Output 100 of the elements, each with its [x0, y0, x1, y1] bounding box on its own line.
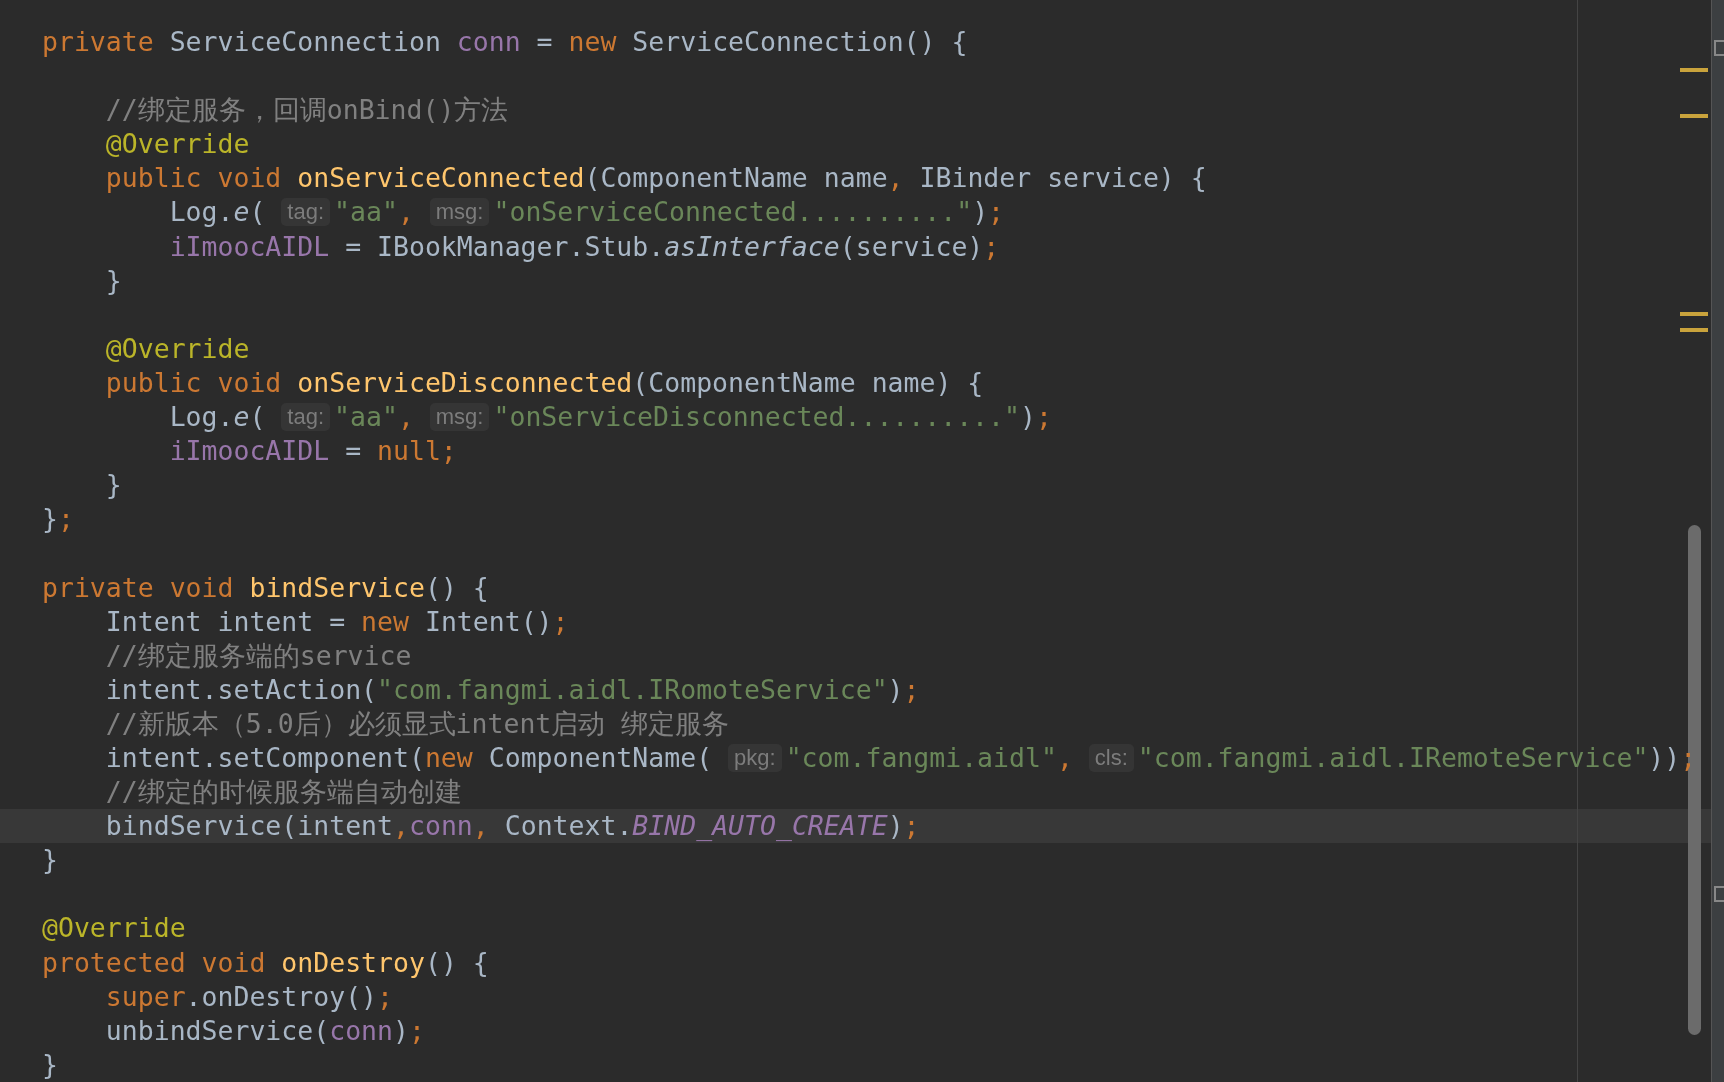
- code-keyword: ;: [988, 196, 1005, 228]
- code-text: }: [42, 503, 58, 535]
- method-name: onServiceConnected: [297, 162, 585, 194]
- parameter-hint: msg:: [429, 403, 490, 432]
- code-comment: //绑定的时候服务端自动创建: [105, 776, 462, 808]
- code-text: Log.: [169, 401, 234, 433]
- code-keyword: ,: [1056, 741, 1074, 773]
- annotation: @Override: [105, 128, 250, 160]
- parameter-hint: pkg:: [728, 743, 782, 772]
- code-keyword: null;: [377, 435, 457, 467]
- code-text: .onDestroy(): [185, 980, 378, 1012]
- code-text: =: [344, 435, 363, 467]
- code-text: (: [249, 401, 267, 433]
- method-name: bindService: [249, 571, 425, 603]
- string-literal: "aa": [334, 401, 398, 433]
- code-comment: //新版本（5.0后）必须显式intent启动 绑定服务: [105, 707, 730, 739]
- field-name: iImoocAIDL: [169, 435, 330, 467]
- string-literal: "com.fangmi.aidl": [785, 741, 1057, 773]
- code-text: () {: [424, 571, 489, 603]
- code-keyword: ,: [397, 196, 415, 228]
- code-text: () {: [424, 946, 489, 978]
- static-call: e: [233, 401, 250, 433]
- constant-name: BIND_AUTO_CREATE: [632, 810, 888, 842]
- code-keyword: private: [42, 26, 155, 57]
- code-text: ): [393, 1014, 409, 1046]
- code-text: ComponentName(: [488, 741, 714, 773]
- code-text: )): [1648, 741, 1681, 773]
- code-text: ServiceConnection() {: [632, 26, 968, 57]
- code-text: (: [249, 196, 267, 228]
- parameter-hint: cls:: [1088, 743, 1134, 772]
- string-literal: "onServiceDisconnected..........": [493, 401, 1020, 433]
- code-keyword: public void: [105, 366, 283, 398]
- code-keyword: ,: [887, 162, 905, 194]
- code-keyword: ,: [397, 401, 415, 433]
- annotation: @Override: [42, 912, 186, 944]
- code-keyword: protected void: [42, 946, 267, 978]
- field-name: conn: [456, 26, 521, 57]
- code-text: =: [535, 26, 554, 57]
- scrollbar-thumb[interactable]: [1688, 525, 1701, 1035]
- code-keyword: ,: [472, 810, 490, 842]
- code-keyword: ;: [1035, 401, 1052, 433]
- code-text: ServiceConnection: [169, 26, 442, 57]
- code-keyword: ;: [1680, 741, 1697, 773]
- code-text: ): [972, 196, 989, 228]
- string-literal: "onServiceConnected..........": [493, 196, 973, 228]
- string-literal: "com.fangmi.aidl.IRomoteService": [377, 673, 888, 705]
- warning-marker[interactable]: [1680, 68, 1708, 72]
- code-keyword: ;: [409, 1014, 425, 1046]
- code-keyword: super: [105, 980, 186, 1012]
- field-name: iImoocAIDL: [169, 230, 330, 262]
- code-keyword: new: [568, 26, 618, 57]
- code-text: = IBookManager.Stub.: [344, 230, 665, 262]
- code-text: Intent intent =: [105, 605, 347, 637]
- code-text: (ComponentName name) {: [632, 366, 984, 398]
- parameter-hint: tag:: [281, 403, 331, 432]
- code-text: unbindService(: [105, 1014, 330, 1046]
- code-keyword: ;: [903, 673, 920, 705]
- code-keyword: private void: [42, 571, 235, 603]
- code-keyword: public void: [105, 162, 283, 194]
- code-text: ): [1020, 401, 1036, 433]
- warning-marker[interactable]: [1680, 328, 1708, 332]
- code-comment: //绑定服务端的service: [105, 639, 412, 671]
- string-literal: "com.fangmi.aidl.IRemoteService": [1137, 741, 1649, 773]
- code-text: Intent(): [424, 605, 553, 637]
- code-keyword: ;: [983, 230, 1000, 262]
- static-call: asInterface: [664, 230, 840, 262]
- panel-icon[interactable]: [1714, 886, 1724, 902]
- code-text: Context.: [504, 810, 633, 842]
- code-text: ): [887, 673, 904, 705]
- static-call: e: [233, 196, 250, 228]
- warning-marker[interactable]: [1680, 312, 1708, 316]
- code-keyword: ;: [57, 503, 74, 535]
- method-name: onDestroy: [281, 946, 425, 978]
- code-keyword: new: [361, 605, 410, 637]
- string-literal: "aa": [334, 196, 398, 228]
- code-keyword: ,: [393, 810, 409, 842]
- annotation: @Override: [105, 332, 250, 364]
- code-text: }: [42, 844, 58, 876]
- code-text: ): [887, 810, 904, 842]
- code-text: IBinder service) {: [919, 162, 1207, 194]
- code-keyword: ;: [903, 810, 920, 842]
- code-keyword: new: [424, 741, 474, 773]
- code-text: intent.setAction(: [105, 673, 378, 705]
- warning-marker[interactable]: [1680, 114, 1708, 118]
- field-name: conn: [408, 810, 473, 842]
- code-comment: //绑定服务，回调onBind()方法: [105, 94, 509, 126]
- parameter-hint: msg:: [429, 198, 490, 227]
- code-text: }: [42, 1048, 58, 1080]
- parameter-hint: tag:: [281, 198, 331, 227]
- code-text: Log.: [169, 196, 234, 228]
- method-name: onServiceDisconnected: [297, 366, 633, 398]
- code-text: intent.setComponent(: [105, 741, 425, 773]
- panel-icon[interactable]: [1714, 40, 1724, 56]
- code-text: (ComponentName name: [584, 162, 888, 194]
- code-text: }: [105, 469, 122, 501]
- field-name: conn: [329, 1014, 393, 1046]
- code-text: (service): [839, 230, 984, 262]
- code-keyword: ;: [552, 605, 569, 637]
- code-text: }: [105, 264, 122, 296]
- code-text: bindService(intent: [105, 810, 393, 842]
